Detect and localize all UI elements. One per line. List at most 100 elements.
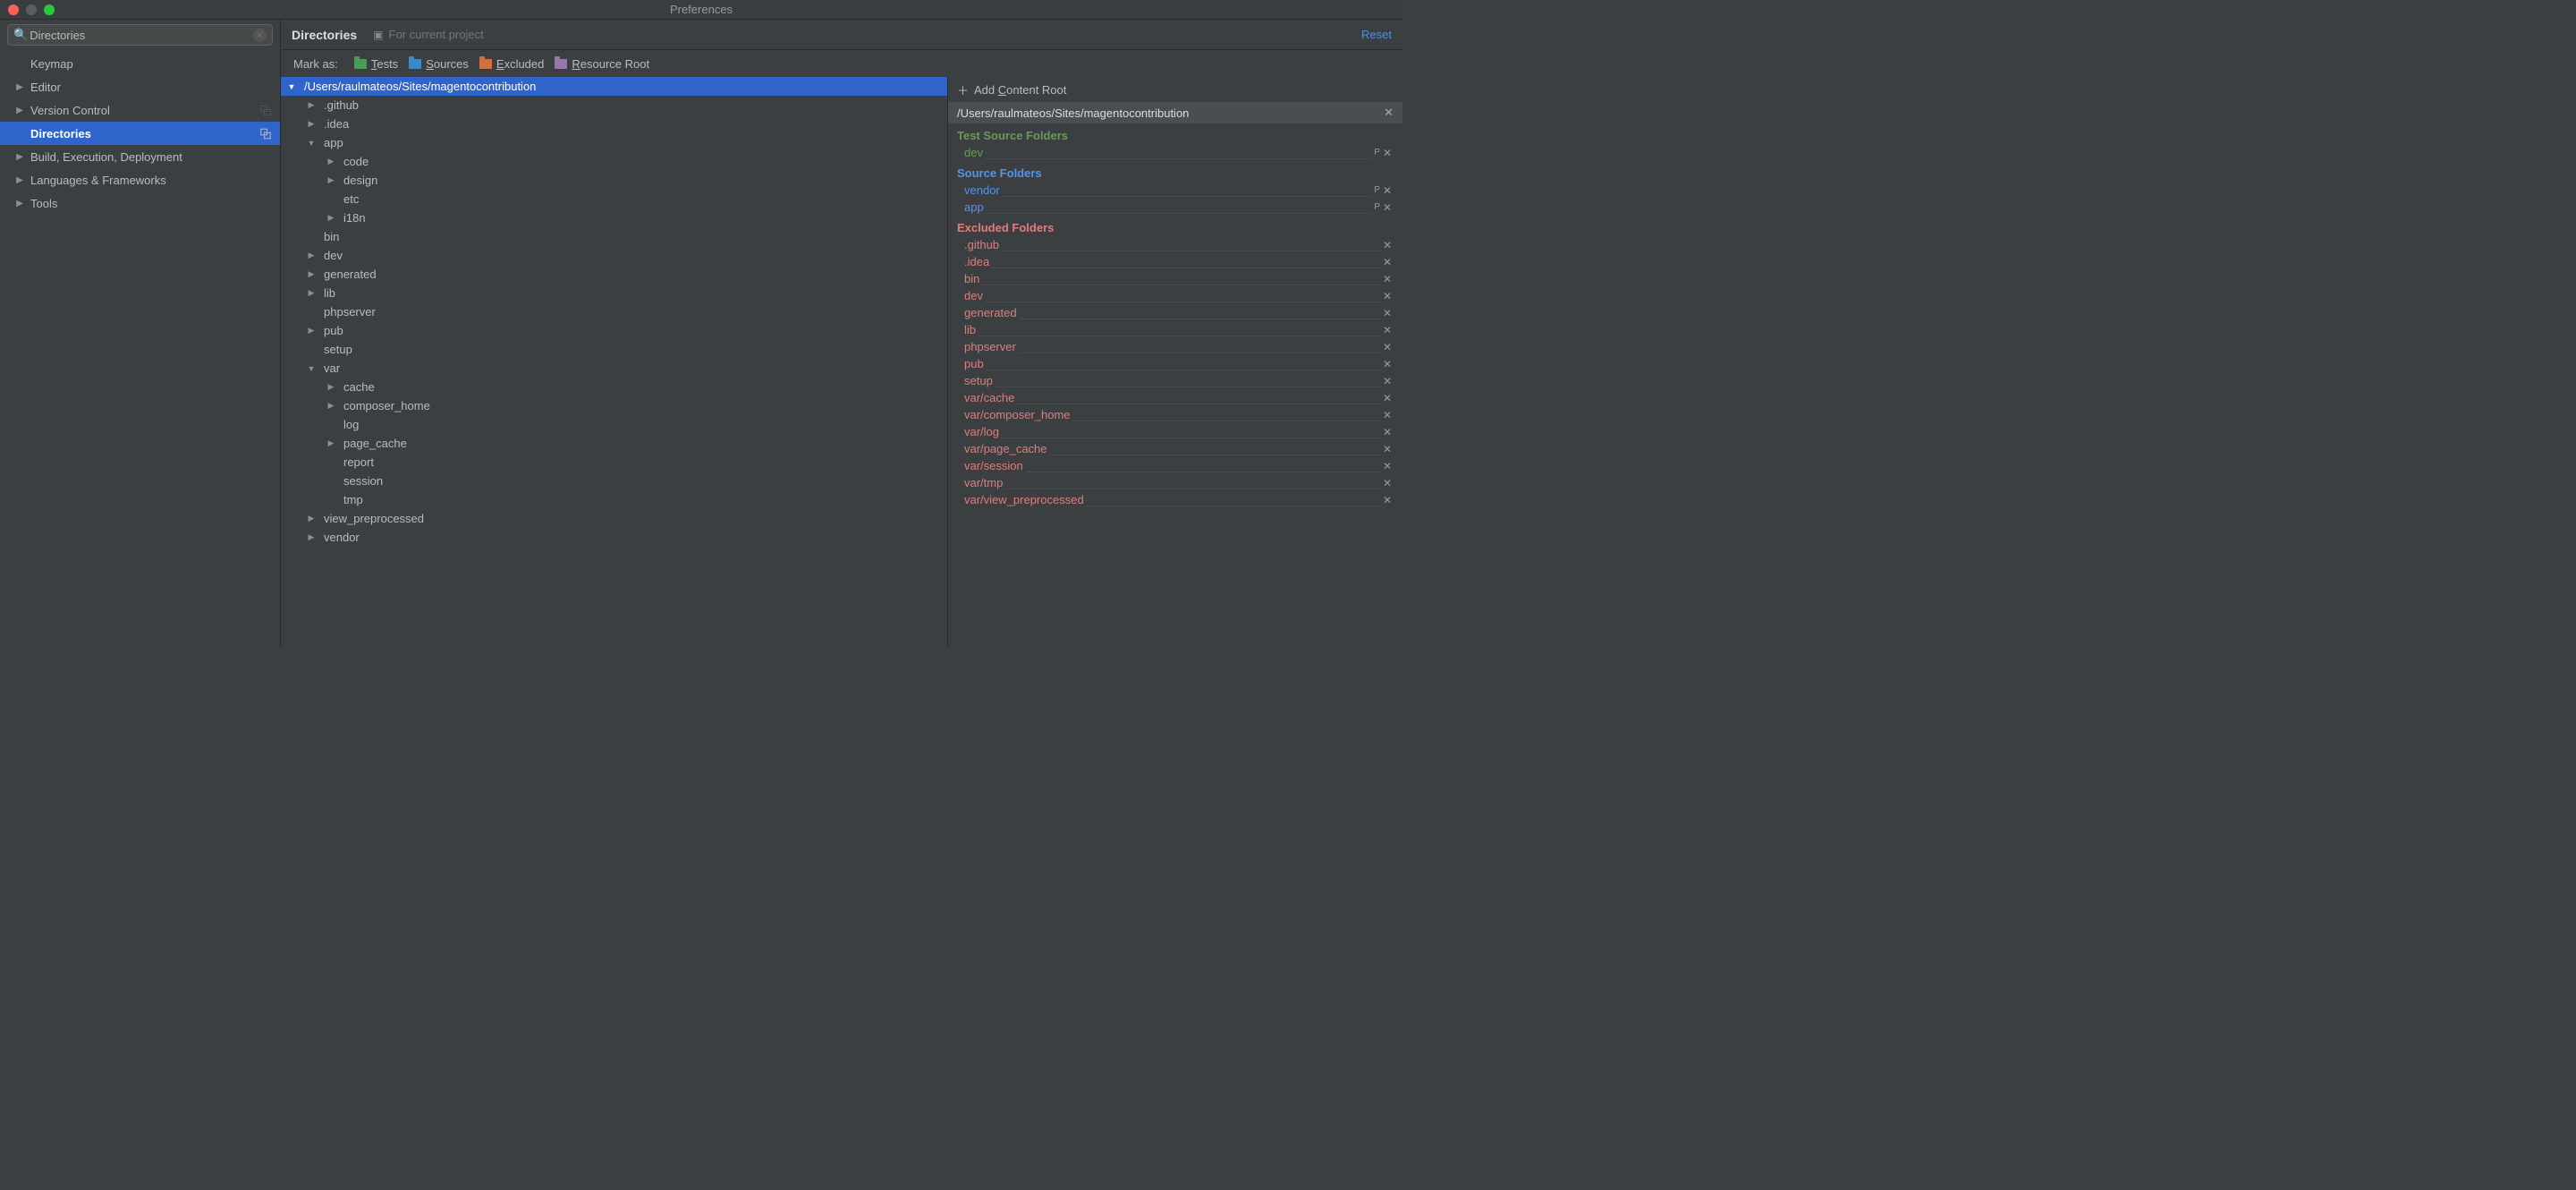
- minimize-window-button[interactable]: [26, 4, 37, 15]
- sidebar-item-editor[interactable]: ▶Editor: [0, 75, 280, 98]
- folder-entry[interactable]: var/cache✕: [948, 389, 1402, 406]
- remove-folder-icon[interactable]: ✕: [1383, 494, 1392, 506]
- tree-row[interactable]: setup: [281, 340, 947, 359]
- remove-folder-icon[interactable]: ✕: [1383, 147, 1392, 159]
- folder-entry[interactable]: var/view_preprocessed✕: [948, 491, 1402, 508]
- caret-right-icon[interactable]: ▶: [326, 438, 336, 448]
- caret-right-icon[interactable]: ▶: [306, 119, 317, 129]
- edit-properties-icon[interactable]: P: [1374, 202, 1380, 212]
- folder-entry[interactable]: bin✕: [948, 270, 1402, 287]
- tree-row[interactable]: ▶i18n: [281, 208, 947, 227]
- remove-folder-icon[interactable]: ✕: [1383, 460, 1392, 472]
- caret-down-icon[interactable]: ▼: [286, 82, 297, 91]
- sidebar-item-directories[interactable]: Directories⿻: [0, 122, 280, 145]
- mark-excluded-button[interactable]: Excluded: [479, 57, 544, 71]
- clear-search-icon[interactable]: ✕: [253, 29, 267, 42]
- tree-row[interactable]: etc: [281, 190, 947, 208]
- remove-folder-icon[interactable]: ✕: [1383, 426, 1392, 438]
- tree-row[interactable]: bin: [281, 227, 947, 246]
- tree-row[interactable]: ▼app: [281, 133, 947, 152]
- folder-entry[interactable]: lib✕: [948, 321, 1402, 338]
- folder-entry[interactable]: appP✕: [948, 199, 1402, 216]
- caret-right-icon[interactable]: ▶: [306, 326, 317, 336]
- folder-entry[interactable]: var/log✕: [948, 423, 1402, 440]
- mark-resource-button[interactable]: Resource Root: [555, 57, 649, 71]
- sidebar-item-tools[interactable]: ▶Tools: [0, 191, 280, 215]
- remove-folder-icon[interactable]: ✕: [1383, 307, 1392, 319]
- mark-tests-button[interactable]: Tests: [354, 57, 398, 71]
- content-root-path[interactable]: /Users/raulmateos/Sites/magentocontribut…: [948, 102, 1402, 123]
- remove-folder-icon[interactable]: ✕: [1383, 239, 1392, 251]
- caret-right-icon[interactable]: ▶: [326, 157, 336, 166]
- tree-row[interactable]: ▼var: [281, 359, 947, 378]
- remove-folder-icon[interactable]: ✕: [1383, 273, 1392, 285]
- remove-folder-icon[interactable]: ✕: [1383, 256, 1392, 268]
- caret-right-icon[interactable]: ▶: [306, 251, 317, 260]
- add-content-root-button[interactable]: ＋ Add Content Root: [948, 77, 1402, 102]
- tree-row[interactable]: ▶design: [281, 171, 947, 190]
- tree-row[interactable]: ▶code: [281, 152, 947, 171]
- search-input[interactable]: [30, 29, 253, 42]
- tree-row[interactable]: tmp: [281, 490, 947, 509]
- caret-down-icon[interactable]: ▼: [306, 364, 317, 373]
- caret-right-icon[interactable]: ▶: [326, 401, 336, 411]
- tree-row[interactable]: ▶generated: [281, 265, 947, 284]
- folder-entry[interactable]: generated✕: [948, 304, 1402, 321]
- reset-button[interactable]: Reset: [1361, 28, 1392, 41]
- tree-row[interactable]: ▶composer_home: [281, 396, 947, 415]
- tree-row[interactable]: phpserver: [281, 302, 947, 321]
- caret-right-icon[interactable]: ▶: [326, 175, 336, 185]
- tree-row[interactable]: ▶lib: [281, 284, 947, 302]
- caret-down-icon[interactable]: ▼: [306, 139, 317, 148]
- folder-entry[interactable]: pub✕: [948, 355, 1402, 372]
- edit-properties-icon[interactable]: P: [1374, 185, 1380, 195]
- caret-right-icon[interactable]: ▶: [306, 100, 317, 110]
- remove-folder-icon[interactable]: ✕: [1383, 290, 1392, 302]
- folder-entry[interactable]: .github✕: [948, 236, 1402, 253]
- directory-tree[interactable]: ▼/Users/raulmateos/Sites/magentocontribu…: [281, 77, 948, 648]
- tree-row[interactable]: report: [281, 453, 947, 472]
- remove-folder-icon[interactable]: ✕: [1383, 392, 1392, 404]
- tree-row[interactable]: ▶dev: [281, 246, 947, 265]
- sidebar-item-languages-frameworks[interactable]: ▶Languages & Frameworks: [0, 168, 280, 191]
- mark-sources-button[interactable]: Sources: [409, 57, 469, 71]
- preferences-search[interactable]: 🔍 ✕: [7, 24, 273, 46]
- tree-row[interactable]: session: [281, 472, 947, 490]
- folder-entry[interactable]: var/composer_home✕: [948, 406, 1402, 423]
- close-window-button[interactable]: [8, 4, 19, 15]
- remove-folder-icon[interactable]: ✕: [1383, 341, 1392, 353]
- caret-right-icon[interactable]: ▶: [306, 288, 317, 298]
- tree-row[interactable]: ▶page_cache: [281, 434, 947, 453]
- caret-right-icon[interactable]: ▶: [326, 213, 336, 223]
- tree-row[interactable]: ▶view_preprocessed: [281, 509, 947, 528]
- remove-folder-icon[interactable]: ✕: [1383, 409, 1392, 421]
- tree-row[interactable]: ▶vendor: [281, 528, 947, 547]
- folder-entry[interactable]: var/page_cache✕: [948, 440, 1402, 457]
- remove-folder-icon[interactable]: ✕: [1383, 477, 1392, 489]
- caret-right-icon[interactable]: ▶: [306, 269, 317, 279]
- tree-row[interactable]: ▼/Users/raulmateos/Sites/magentocontribu…: [281, 77, 947, 96]
- remove-folder-icon[interactable]: ✕: [1383, 324, 1392, 336]
- folder-entry[interactable]: devP✕: [948, 144, 1402, 161]
- folder-entry[interactable]: dev✕: [948, 287, 1402, 304]
- folder-entry[interactable]: var/tmp✕: [948, 474, 1402, 491]
- edit-properties-icon[interactable]: P: [1374, 148, 1380, 157]
- sidebar-item-keymap[interactable]: Keymap: [0, 52, 280, 75]
- folder-entry[interactable]: .idea✕: [948, 253, 1402, 270]
- tree-row[interactable]: ▶.idea: [281, 115, 947, 133]
- zoom-window-button[interactable]: [44, 4, 55, 15]
- remove-folder-icon[interactable]: ✕: [1383, 201, 1392, 214]
- folder-entry[interactable]: var/session✕: [948, 457, 1402, 474]
- caret-right-icon[interactable]: ▶: [306, 514, 317, 523]
- remove-folder-icon[interactable]: ✕: [1383, 184, 1392, 197]
- sidebar-item-build-execution-deployment[interactable]: ▶Build, Execution, Deployment: [0, 145, 280, 168]
- tree-row[interactable]: ▶cache: [281, 378, 947, 396]
- folder-entry[interactable]: setup✕: [948, 372, 1402, 389]
- caret-right-icon[interactable]: ▶: [306, 532, 317, 542]
- caret-right-icon[interactable]: ▶: [326, 382, 336, 392]
- folder-entry[interactable]: vendorP✕: [948, 182, 1402, 199]
- sidebar-item-version-control[interactable]: ▶Version Control⿻: [0, 98, 280, 122]
- folder-entry[interactable]: phpserver✕: [948, 338, 1402, 355]
- remove-folder-icon[interactable]: ✕: [1383, 358, 1392, 370]
- remove-folder-icon[interactable]: ✕: [1383, 443, 1392, 455]
